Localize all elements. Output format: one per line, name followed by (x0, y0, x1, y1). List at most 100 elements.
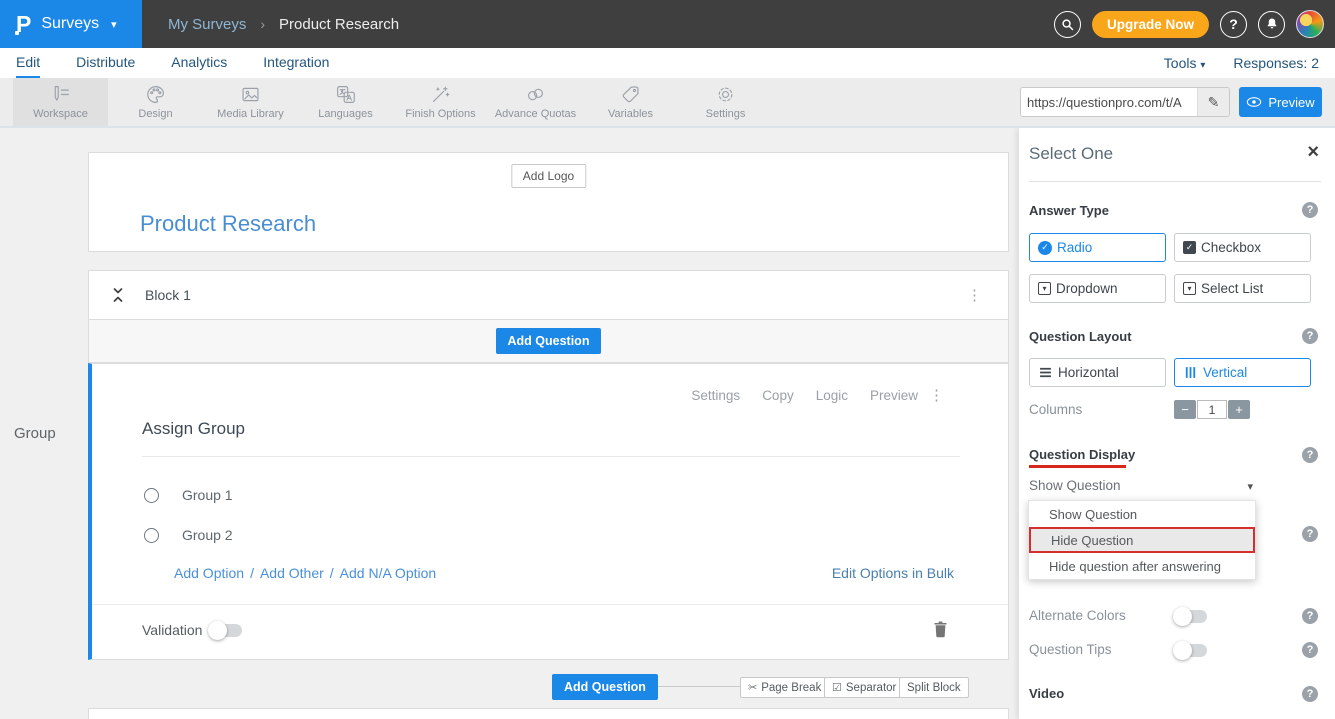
question-logic-link[interactable]: Logic (816, 388, 848, 403)
survey-title[interactable]: Product Research (140, 211, 316, 237)
validation-toggle[interactable] (210, 624, 242, 637)
page-break-button[interactable]: ✂ Page Break (740, 677, 829, 698)
question-menu-button[interactable]: ⋮ (929, 386, 944, 404)
layout-horizontal-button[interactable]: Horizontal (1029, 358, 1166, 387)
answer-type-radio[interactable]: ✓ Radio (1029, 233, 1166, 262)
columns-decrement-button[interactable]: − (1174, 400, 1196, 419)
toolbar-item-media-library[interactable]: Media Library (203, 78, 298, 126)
layout-vertical-button[interactable]: Vertical (1174, 358, 1311, 387)
add-question-button-top[interactable]: Add Question (496, 328, 602, 354)
breadcrumb-my-surveys[interactable]: My Surveys (168, 16, 246, 33)
validation-label: Validation (142, 622, 202, 638)
translate-icon (335, 84, 356, 105)
toolbar-item-workspace[interactable]: Workspace (13, 78, 108, 126)
preview-button[interactable]: Preview (1239, 87, 1322, 117)
toolbar-item-languages[interactable]: Languages (298, 78, 393, 126)
responses-count[interactable]: Responses: 2 (1233, 55, 1319, 71)
panel-divider (1029, 181, 1321, 182)
group-side-label: Group (14, 425, 56, 442)
questionpro-logo-icon: P (16, 13, 31, 36)
answer-option-row: Group 1 (144, 487, 233, 503)
columns-increment-button[interactable]: + (1228, 400, 1250, 419)
menu-item-hide-after-answering[interactable]: Hide question after answering (1029, 553, 1255, 579)
question-layout-help-icon[interactable]: ? (1302, 328, 1318, 344)
tools-menu[interactable]: Tools ▾ (1164, 55, 1206, 71)
section-nav: Edit Distribute Analytics Integration To… (0, 48, 1335, 78)
section-tabs: Edit Distribute Analytics Integration (16, 48, 329, 78)
question-tips-toggle[interactable] (1175, 644, 1207, 657)
add-logo-button[interactable]: Add Logo (511, 164, 586, 188)
alternate-colors-help-icon[interactable]: ? (1302, 608, 1318, 624)
checkbox-icon: ☑ (832, 681, 842, 694)
question-preview-link[interactable]: Preview (870, 388, 918, 403)
answer-type-help-icon[interactable]: ? (1302, 202, 1318, 218)
magic-wand-icon (430, 84, 451, 105)
columns-stepper: − + (1174, 400, 1250, 419)
question-display-select[interactable]: Show Question ▾ (1029, 478, 1257, 493)
add-na-option-link[interactable]: Add N/A Option (340, 565, 437, 581)
add-option-link[interactable]: Add Option (174, 565, 244, 581)
annotation-underline (1029, 465, 1126, 468)
add-other-link[interactable]: Add Other (260, 565, 324, 581)
notifications-button[interactable] (1258, 11, 1285, 38)
columns-label: Columns (1029, 402, 1082, 417)
tab-edit[interactable]: Edit (16, 48, 40, 78)
toolbar-item-design[interactable]: Design (108, 78, 203, 126)
scissors-icon: ✂ (748, 681, 757, 694)
question-title[interactable]: Assign Group (142, 419, 245, 439)
survey-url-input[interactable] (1021, 88, 1197, 116)
breadcrumb-separator-icon: › (260, 16, 265, 32)
user-avatar[interactable] (1296, 10, 1324, 38)
product-menu[interactable]: P Surveys ▾ (0, 0, 142, 48)
toolbar-item-variables[interactable]: Variables (583, 78, 678, 126)
question-copy-link[interactable]: Copy (762, 388, 794, 403)
video-help-icon[interactable]: ? (1302, 686, 1318, 702)
add-question-button-bottom[interactable]: Add Question (552, 674, 658, 700)
answer-type-select-list[interactable]: ▾ Select List (1174, 274, 1311, 303)
menu-item-show-question[interactable]: Show Question (1029, 501, 1255, 527)
link-separator: / (250, 565, 254, 581)
question-settings-link[interactable]: Settings (691, 388, 740, 403)
help-button[interactable]: ? (1220, 11, 1247, 38)
option-label[interactable]: Group 1 (182, 487, 233, 503)
delete-question-button[interactable] (933, 620, 948, 643)
hidden-setting-help-icon[interactable]: ? (1302, 526, 1318, 542)
answer-type-checkbox[interactable]: ✓ Checkbox (1174, 233, 1311, 262)
edit-url-button[interactable]: ✎ (1197, 88, 1229, 116)
survey-url-box: ✎ (1020, 87, 1230, 117)
question-actions: Settings Copy Logic Preview (691, 388, 918, 403)
search-button[interactable] (1054, 11, 1081, 38)
breadcrumb-current: Product Research (279, 16, 399, 33)
close-icon[interactable]: × (1307, 142, 1319, 162)
tab-analytics[interactable]: Analytics (171, 48, 227, 78)
tab-distribute[interactable]: Distribute (76, 48, 135, 78)
split-block-button[interactable]: Split Block (899, 677, 969, 698)
toolbar-item-advance-quotas[interactable]: Advance Quotas (488, 78, 583, 126)
separator-button[interactable]: ☑ Separator (824, 677, 904, 698)
question-layout-label: Question Layout (1029, 329, 1132, 344)
toolbar-item-settings[interactable]: Settings (678, 78, 773, 126)
radio-input[interactable] (144, 528, 159, 543)
option-label[interactable]: Group 2 (182, 527, 233, 543)
edit-options-in-bulk-link[interactable]: Edit Options in Bulk (832, 565, 954, 581)
alternate-colors-toggle[interactable] (1175, 610, 1207, 623)
question-display-help-icon[interactable]: ? (1302, 447, 1318, 463)
block-menu-button[interactable]: ⋮ (967, 288, 982, 303)
question-tips-help-icon[interactable]: ? (1302, 642, 1318, 658)
survey-header-card: Add Logo Product Research (88, 152, 1009, 252)
answer-type-dropdown[interactable]: ▾ Dropdown (1029, 274, 1166, 303)
toolbar-item-finish-options[interactable]: Finish Options (393, 78, 488, 126)
eye-icon (1246, 96, 1262, 108)
select-list-icon: ▾ (1183, 282, 1196, 295)
help-icon: ? (1229, 16, 1238, 32)
upgrade-now-button[interactable]: Upgrade Now (1092, 11, 1209, 38)
menu-item-hide-question[interactable]: Hide Question (1029, 527, 1255, 553)
question-display-label: Question Display (1029, 447, 1135, 462)
radio-input[interactable] (144, 488, 159, 503)
collapse-block-button[interactable] (111, 287, 125, 303)
trash-icon (933, 620, 948, 638)
tab-integration[interactable]: Integration (263, 48, 329, 78)
question-card[interactable]: Settings Copy Logic Preview ⋮ Assign Gro… (88, 363, 1009, 660)
breadcrumb: My Surveys › Product Research (168, 0, 399, 48)
columns-input[interactable] (1197, 400, 1227, 419)
